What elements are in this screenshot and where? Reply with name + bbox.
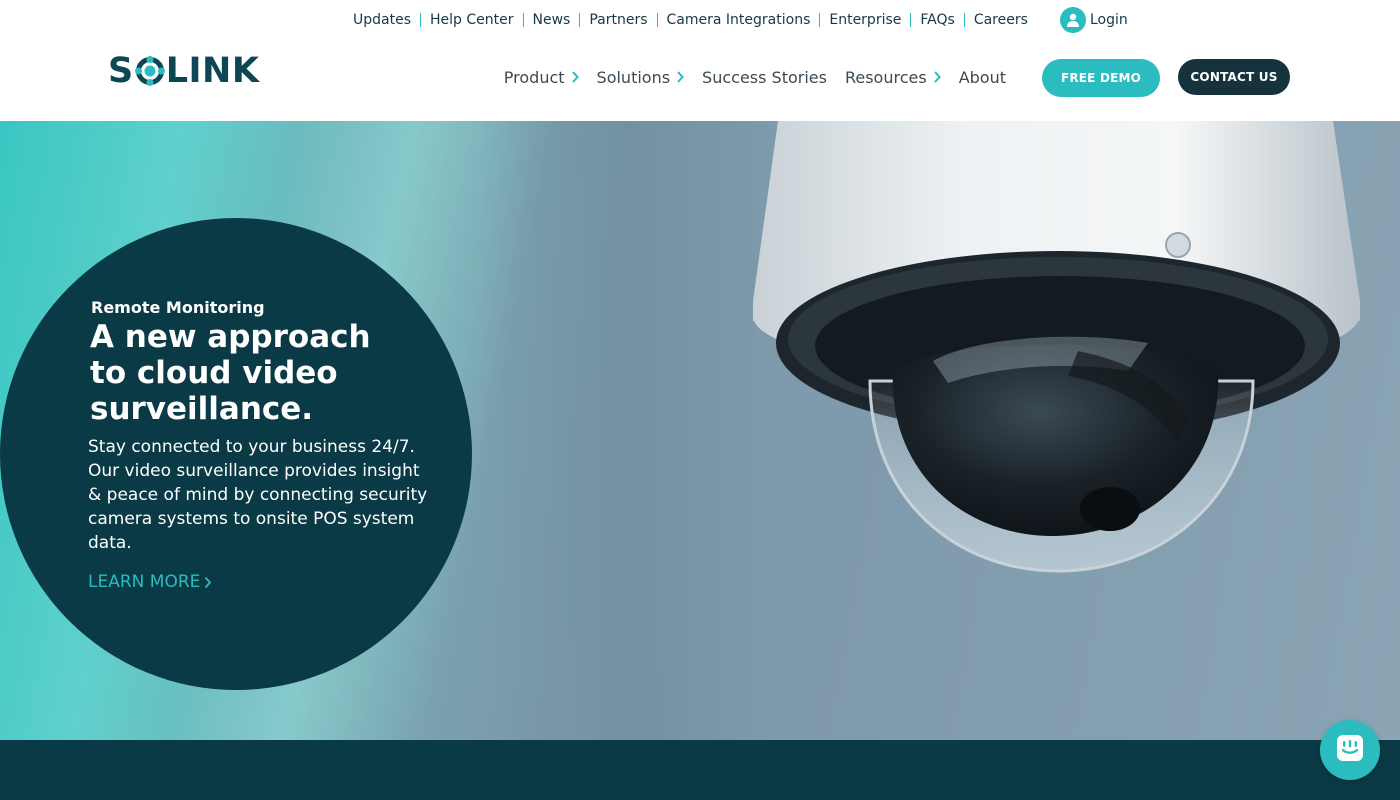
chevron-right-icon [933, 71, 941, 83]
contact-us-button[interactable]: CONTACT US [1178, 59, 1290, 95]
hero-title-line: A new approach [90, 319, 371, 355]
chat-icon [1335, 733, 1365, 767]
utility-link-faqs[interactable]: FAQs [911, 13, 963, 27]
logo-wordmark: LINK [165, 51, 260, 91]
utility-links: Updates Help Center News Partners Camera… [344, 7, 1037, 33]
nav-item-resources[interactable]: Resources [845, 68, 941, 87]
chevron-right-icon [571, 71, 579, 83]
utility-nav: Updates Help Center News Partners Camera… [0, 7, 1400, 33]
dome-camera-image [753, 121, 1360, 573]
login-link[interactable]: Login [1060, 7, 1128, 33]
hero-title-line: to cloud video [90, 355, 338, 391]
logo-mark-icon [134, 56, 165, 86]
hero-title: A new approach to cloud video surveillan… [90, 319, 448, 427]
utility-link-careers[interactable]: Careers [965, 13, 1037, 27]
chevron-right-icon [676, 71, 684, 83]
hero-background-shade [480, 121, 780, 740]
chat-launcher-button[interactable] [1320, 720, 1380, 780]
nav-item-solutions[interactable]: Solutions [597, 68, 685, 87]
learn-more-link[interactable]: LEARN MORE [88, 572, 448, 592]
hero-section: Remote Monitoring A new approach to clou… [0, 121, 1400, 740]
utility-link-news[interactable]: News [524, 13, 580, 27]
user-icon [1060, 7, 1086, 33]
next-section-band [0, 740, 1400, 800]
free-demo-button[interactable]: FREE DEMO [1042, 59, 1160, 97]
nav-item-about[interactable]: About [959, 68, 1006, 87]
solink-logo[interactable]: S LINK [108, 51, 260, 91]
main-nav: Product Solutions Success Stories Resour… [504, 63, 1290, 91]
utility-link-help-center[interactable]: Help Center [421, 13, 523, 27]
login-label: Login [1090, 12, 1128, 28]
nav-item-success-stories[interactable]: Success Stories [702, 68, 827, 87]
nav-item-label: Product [503, 67, 565, 87]
hero-copy: Remote Monitoring A new approach to clou… [88, 298, 448, 592]
hero-eyebrow: Remote Monitoring [91, 298, 265, 317]
logo-letter-s: S [108, 51, 134, 91]
learn-more-label: LEARN MORE [88, 572, 201, 592]
utility-link-camera-integrations[interactable]: Camera Integrations [658, 13, 820, 27]
utility-link-enterprise[interactable]: Enterprise [820, 13, 910, 27]
nav-item-label: About [958, 67, 1006, 87]
nav-item-label: Success Stories [702, 67, 827, 87]
chevron-right-icon [204, 576, 212, 589]
hero-title-line: surveillance. [90, 391, 314, 427]
nav-item-label: Solutions [596, 67, 671, 87]
utility-link-updates[interactable]: Updates [344, 13, 420, 27]
utility-link-partners[interactable]: Partners [580, 13, 656, 27]
nav-item-product[interactable]: Product [504, 68, 579, 87]
nav-item-label: Resources [844, 67, 927, 87]
hero-description: Stay connected to your business 24/7. Ou… [88, 437, 428, 553]
site-header: Updates Help Center News Partners Camera… [0, 0, 1400, 121]
